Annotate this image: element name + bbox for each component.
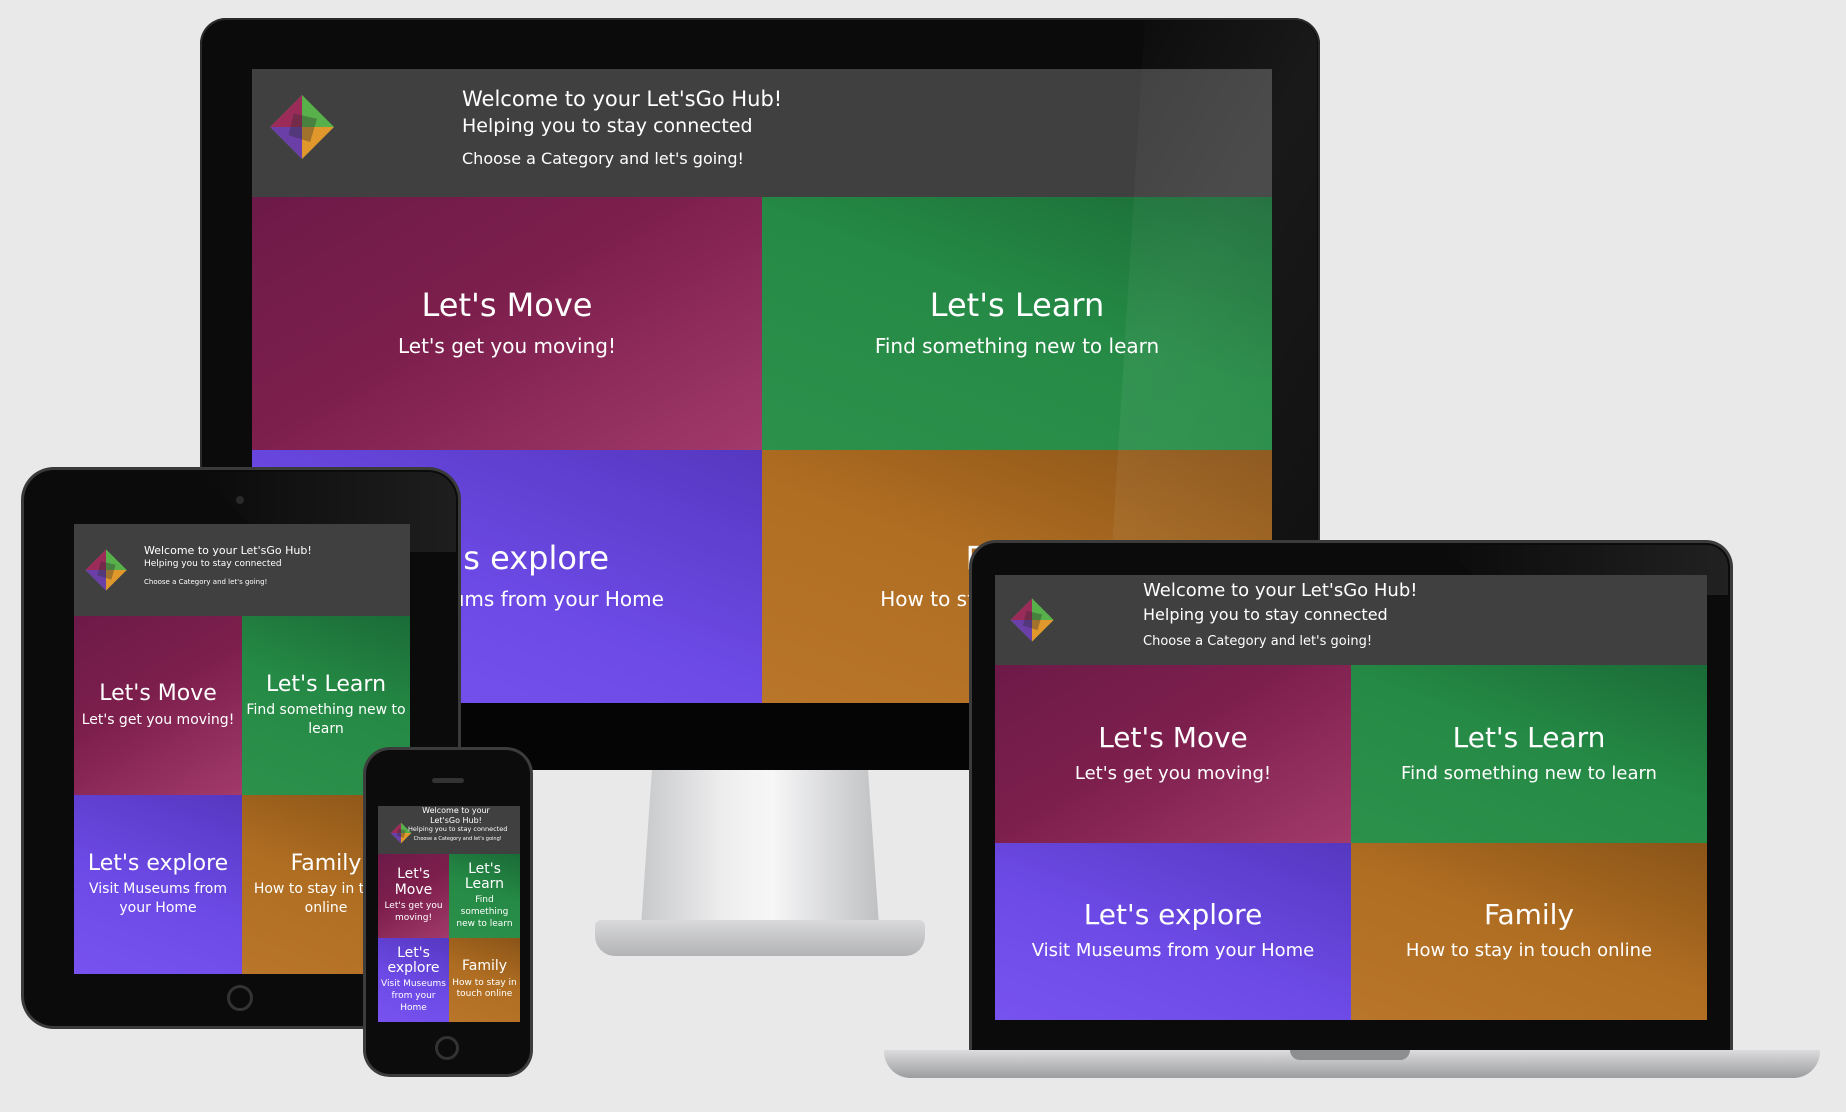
category-tile-explore[interactable]: Let's explore Visit Museums from your Hom… [74,795,242,974]
header-subtitle: Helping you to stay connected [462,115,753,138]
header-prompt: Choose a Category and let's going! [144,577,268,586]
site-header: Welcome to your Let'sGo Hub! Helping you… [252,69,1272,197]
tablet-screen: Welcome to your Let'sGo Hub! Helping you… [74,524,410,974]
category-tile-move[interactable]: Let's Move Let's get you moving! [378,854,449,938]
header-title: Welcome to your Let'sGo Hub! [422,806,490,825]
phone-screen: Welcome to your Let'sGo Hub! Helping you… [378,806,520,1022]
site-header: Welcome to your Let'sGo Hub! Helping you… [74,524,410,616]
diamond-logo-icon[interactable] [1009,597,1055,643]
desktop-monitor-foot [595,920,925,956]
category-subtitle: Let's get you moving! [384,901,443,923]
category-tile-learn[interactable]: Let's Learn Find something new to learn [1351,665,1707,843]
header-title: Welcome to your Let'sGo Hub! [462,87,783,111]
phone-speaker-icon [432,778,464,783]
category-subtitle: Let's get you moving! [81,711,235,728]
category-subtitle: How to stay in touch online [1405,940,1653,962]
site-header: Welcome to your Let'sGo Hub! Helping you… [378,806,520,854]
category-grid: Let's Move Let's get you moving! Let's Le… [74,616,410,974]
category-subtitle: Let's get you moving! [1074,762,1272,784]
category-tile-move[interactable]: Let's Move Let's get you moving! [995,665,1351,843]
header-prompt: Choose a Category and let's going! [462,148,744,168]
header-title: Welcome to your Let'sGo Hub! [144,544,312,557]
header-prompt: Choose a Category and let's going! [1143,633,1373,649]
category-tile-explore[interactable]: Let's explore Visit Museums from your Hom… [995,842,1351,1020]
header-subtitle: Helping you to stay connected [144,559,282,570]
category-grid: Let's Move Let's get you moving! Let's Le… [378,854,520,1022]
category-title: Let's Move [99,681,217,707]
header-subtitle: Helping you to stay connected [1143,604,1388,624]
category-title: Let's Learn [464,860,505,892]
category-title: Let's explore [387,944,440,976]
diamond-logo-icon[interactable] [84,548,128,592]
category-tile-family[interactable]: Family How to stay in touch online [449,938,520,1022]
laptop-screen: Welcome to your Let'sGo Hub! Helping you… [995,575,1707,1020]
category-title: Let's explore [1083,898,1263,931]
category-title: Let's Move [1098,720,1248,754]
category-subtitle: Find something new to learn [456,895,513,929]
tablet-camera-icon [236,496,244,504]
diamond-logo-icon[interactable] [268,93,336,161]
category-title: Family [290,850,362,876]
laptop-notch [1290,1050,1410,1060]
header-title: Welcome to your Let'sGo Hub! [1143,580,1418,601]
category-title: Let's Move [394,866,433,898]
category-title: Family [461,958,508,975]
category-tile-family[interactable]: Family How to stay in touch online [1351,842,1707,1020]
category-title: Let's Learn [1452,720,1606,754]
category-title: Family [1483,898,1575,931]
category-grid: Let's Move Let's get you moving! Let's Le… [995,665,1707,1020]
category-subtitle: How to stay in touch online [452,977,517,1000]
category-title: Let's Learn [265,671,387,697]
category-title: Let's Move [421,285,593,324]
category-subtitle: Visit Museums from your Home [381,979,446,1013]
site-header: Welcome to your Let'sGo Hub! Helping you… [995,575,1707,665]
category-subtitle: Find something new to learn [1401,762,1657,784]
tablet-home-button[interactable] [227,985,253,1011]
phone-home-button[interactable] [435,1036,459,1060]
header-subtitle: Helping you to stay connected [408,825,508,834]
category-tile-explore[interactable]: Let's explore Visit Museums from your Hom… [378,938,449,1022]
category-subtitle: Visit Museums from your Home [89,881,227,917]
category-subtitle: Let's get you moving! [397,334,617,359]
category-title: Let's Learn [929,285,1105,324]
category-tile-learn[interactable]: Let's Learn Find something new to learn [449,854,520,938]
category-subtitle: Find something new to learn [874,334,1160,359]
category-tile-move[interactable]: Let's Move Let's get you moving! [252,197,762,450]
header-prompt: Choose a Category and let's going! [413,835,502,842]
category-subtitle: Visit Museums from your Home [1031,940,1315,962]
category-title: Let's explore [87,850,229,876]
category-subtitle: Find something new to learn [246,702,406,738]
category-tile-move[interactable]: Let's Move Let's get you moving! [74,616,242,795]
desktop-monitor-stand [640,770,880,940]
